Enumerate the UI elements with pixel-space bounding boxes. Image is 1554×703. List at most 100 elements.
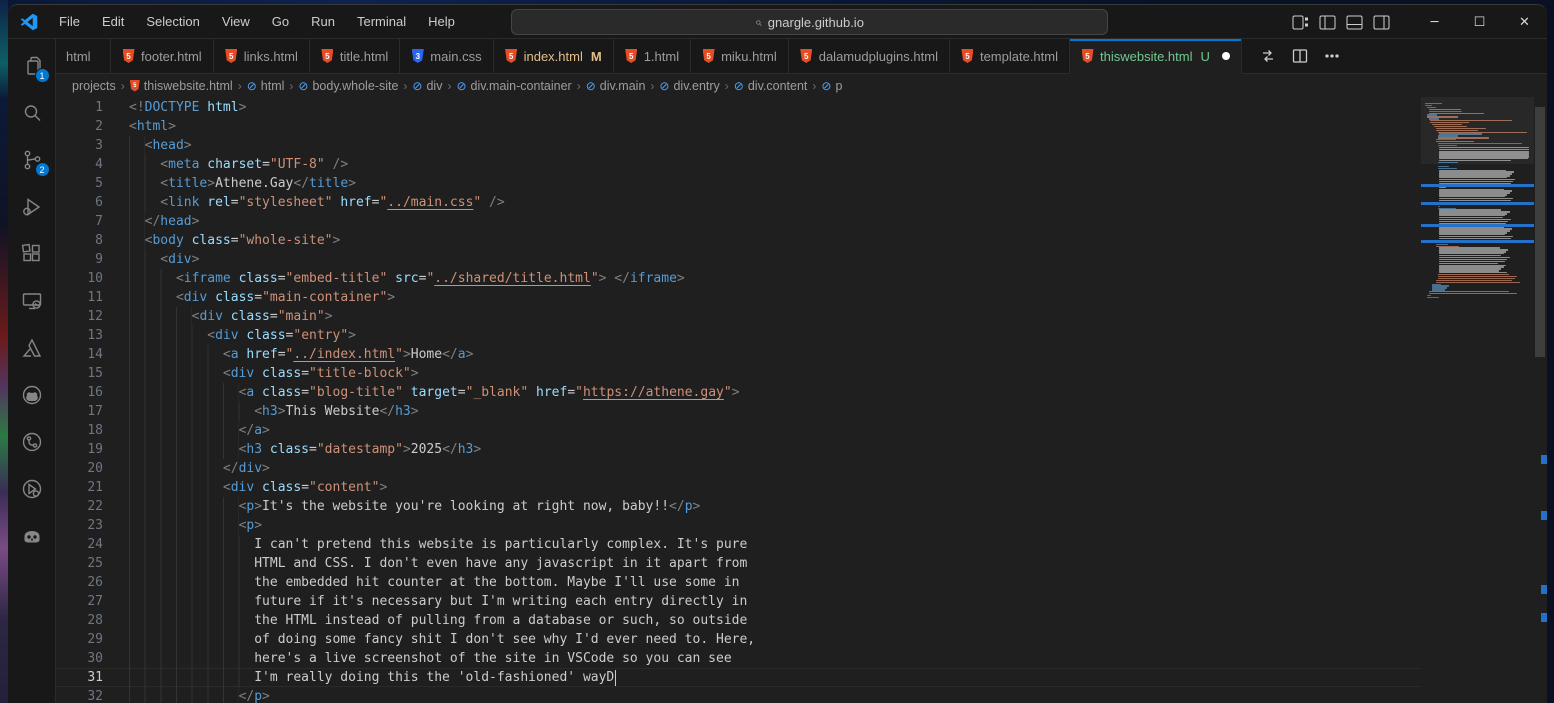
activity-bar-item-extensions[interactable] bbox=[12, 235, 52, 273]
breadcrumb-item-html[interactable]: ⊘html bbox=[247, 79, 285, 93]
menu-terminal[interactable]: Terminal bbox=[348, 10, 415, 33]
activity-bar-item-search[interactable] bbox=[12, 94, 52, 132]
breadcrumb-separator: › bbox=[725, 79, 729, 93]
toggle-primary-sidebar-icon[interactable] bbox=[1319, 15, 1336, 30]
breadcrumb-item-thiswebsite-html[interactable]: 5thiswebsite.html bbox=[130, 79, 233, 93]
toggle-secondary-sidebar-icon[interactable] bbox=[1373, 15, 1390, 30]
breadcrumb-item-projects[interactable]: projects bbox=[72, 79, 116, 93]
activity-bar-item-run-debug[interactable] bbox=[12, 188, 52, 226]
tab-template-html[interactable]: 5template.html bbox=[950, 39, 1070, 73]
tab-label: html bbox=[66, 49, 91, 64]
indent-guides bbox=[129, 231, 145, 250]
command-center-value: gnargle.github.io bbox=[768, 15, 864, 30]
vertical-scrollbar[interactable] bbox=[1534, 97, 1547, 703]
tab-title-html[interactable]: 5title.html bbox=[310, 39, 400, 73]
menu-edit[interactable]: Edit bbox=[93, 10, 133, 33]
indent-guides bbox=[129, 364, 223, 383]
tab-1-html[interactable]: 51.html bbox=[614, 39, 691, 73]
line-content: <div class="main-container"> bbox=[129, 288, 395, 307]
indent-guides bbox=[129, 402, 254, 421]
customize-layout-icon[interactable] bbox=[1292, 15, 1309, 30]
tab-dalamudplugins-html[interactable]: 5dalamudplugins.html bbox=[789, 39, 950, 73]
code-line-5: 5<title>Athene.Gay</title> bbox=[56, 174, 1421, 193]
toggle-panel-icon[interactable] bbox=[1346, 15, 1363, 30]
unsaved-changes-dot[interactable] bbox=[1222, 52, 1230, 60]
code-line-6: 6<link rel="stylesheet" href="../main.cs… bbox=[56, 193, 1421, 212]
minimize-button[interactable]: ─ bbox=[1412, 5, 1457, 39]
search-icon bbox=[20, 101, 44, 125]
maximize-button[interactable]: ☐ bbox=[1457, 5, 1502, 39]
breadcrumb-item-div-main[interactable]: ⊘div.main bbox=[586, 79, 646, 93]
activity-bar-item-github[interactable] bbox=[12, 376, 52, 414]
minimap-slider[interactable] bbox=[1421, 97, 1534, 164]
scrollbar-slider[interactable] bbox=[1535, 107, 1545, 357]
breadcrumb-item-div-main-container[interactable]: ⊘div.main-container bbox=[456, 79, 571, 93]
breadcrumb: projects › 5thiswebsite.html › ⊘html › ⊘body.w… bbox=[56, 74, 1547, 97]
symbol-element-icon: ⊘ bbox=[412, 79, 422, 93]
indent-guides bbox=[129, 174, 160, 193]
symbol-element-icon: ⊘ bbox=[456, 79, 466, 93]
indent-guides bbox=[129, 554, 254, 573]
close-button[interactable]: ✕ bbox=[1502, 5, 1547, 39]
line-number: 4 bbox=[56, 155, 103, 174]
tab-links-html[interactable]: 5links.html bbox=[214, 39, 310, 73]
godot-icon bbox=[20, 524, 44, 548]
tab-main-css[interactable]: 3main.css bbox=[400, 39, 493, 73]
breadcrumb-separator: › bbox=[812, 79, 816, 93]
minimap-highlight-bar bbox=[1421, 224, 1534, 227]
html-file-icon: 5 bbox=[1081, 49, 1094, 64]
code-editor[interactable]: 1<!DOCTYPE html>2<html>3<head>4<meta cha… bbox=[56, 97, 1547, 703]
more-actions-icon[interactable] bbox=[1324, 48, 1340, 64]
breadcrumb-item-body-whole-site[interactable]: ⊘body.whole-site bbox=[298, 79, 398, 93]
tab-index-html[interactable]: 5index.htmlM bbox=[494, 39, 614, 73]
tab-miku-html[interactable]: 5miku.html bbox=[691, 39, 789, 73]
code-line-3: 3<head> bbox=[56, 136, 1421, 155]
tab-thiswebsite-html[interactable]: 5thiswebsite.htmlU bbox=[1070, 39, 1242, 74]
breadcrumb-item-div-content[interactable]: ⊘div.content bbox=[734, 79, 808, 93]
line-number: 5 bbox=[56, 174, 103, 193]
line-content: <link rel="stylesheet" href="../main.css… bbox=[129, 193, 505, 212]
activity-bar-item-source-control[interactable]: 2 bbox=[12, 141, 52, 179]
code-area[interactable]: 1<!DOCTYPE html>2<html>3<head>4<meta cha… bbox=[56, 97, 1421, 703]
split-editor-icon[interactable] bbox=[1292, 48, 1308, 64]
layout-controls bbox=[1292, 15, 1390, 30]
activity-bar-item-explorer[interactable]: 1 bbox=[12, 47, 52, 85]
activity-bar-item-remote-explorer[interactable] bbox=[12, 282, 52, 320]
breadcrumb-item-p[interactable]: ⊘p bbox=[821, 79, 842, 93]
open-changes-icon[interactable] bbox=[1260, 48, 1276, 64]
minimap-line bbox=[1438, 206, 1440, 207]
indent-guides bbox=[129, 649, 254, 668]
menu-go[interactable]: Go bbox=[263, 10, 298, 33]
minimap-line bbox=[1438, 166, 1450, 167]
remote-explorer-icon bbox=[20, 289, 44, 313]
breadcrumb-item-div-entry[interactable]: ⊘div.entry bbox=[659, 79, 719, 93]
activity-bar-item-git-graph[interactable] bbox=[12, 423, 52, 461]
line-content: <div> bbox=[129, 250, 199, 269]
indent-guides bbox=[129, 478, 223, 497]
menu-file[interactable]: File bbox=[50, 10, 89, 33]
menu-help[interactable]: Help bbox=[419, 10, 464, 33]
tab-footer-html[interactable]: 5footer.html bbox=[111, 39, 214, 73]
activity-bar-item-godot-tools[interactable] bbox=[12, 517, 52, 555]
indent-guides bbox=[129, 136, 145, 155]
tab-bar: html 5footer.html5links.html5title.html3m… bbox=[56, 39, 1547, 74]
line-content: <p>It's the website you're looking at ri… bbox=[129, 497, 700, 516]
tab-html[interactable]: html bbox=[56, 39, 111, 73]
breadcrumb-separator: › bbox=[650, 79, 654, 93]
activity-bar-item-azure[interactable] bbox=[12, 329, 52, 367]
menu-run[interactable]: Run bbox=[302, 10, 344, 33]
menu-view[interactable]: View bbox=[213, 10, 259, 33]
minimap[interactable] bbox=[1421, 97, 1534, 703]
tab-label: thiswebsite.html bbox=[1100, 49, 1192, 64]
command-center-search[interactable]: ⌕ gnargle.github.io bbox=[511, 9, 1108, 35]
tab-label: miku.html bbox=[721, 49, 777, 64]
breadcrumb-item-div[interactable]: ⊘ div bbox=[412, 79, 442, 93]
breadcrumb-label: div bbox=[426, 79, 442, 93]
activity-bar-item-gitlens[interactable] bbox=[12, 470, 52, 508]
code-line-21: 21<div class="content"> bbox=[56, 478, 1421, 497]
code-line-11: 11<div class="main-container"> bbox=[56, 288, 1421, 307]
line-number: 25 bbox=[56, 554, 103, 573]
indent-guides bbox=[129, 155, 160, 174]
line-number: 18 bbox=[56, 421, 103, 440]
menu-selection[interactable]: Selection bbox=[137, 10, 208, 33]
